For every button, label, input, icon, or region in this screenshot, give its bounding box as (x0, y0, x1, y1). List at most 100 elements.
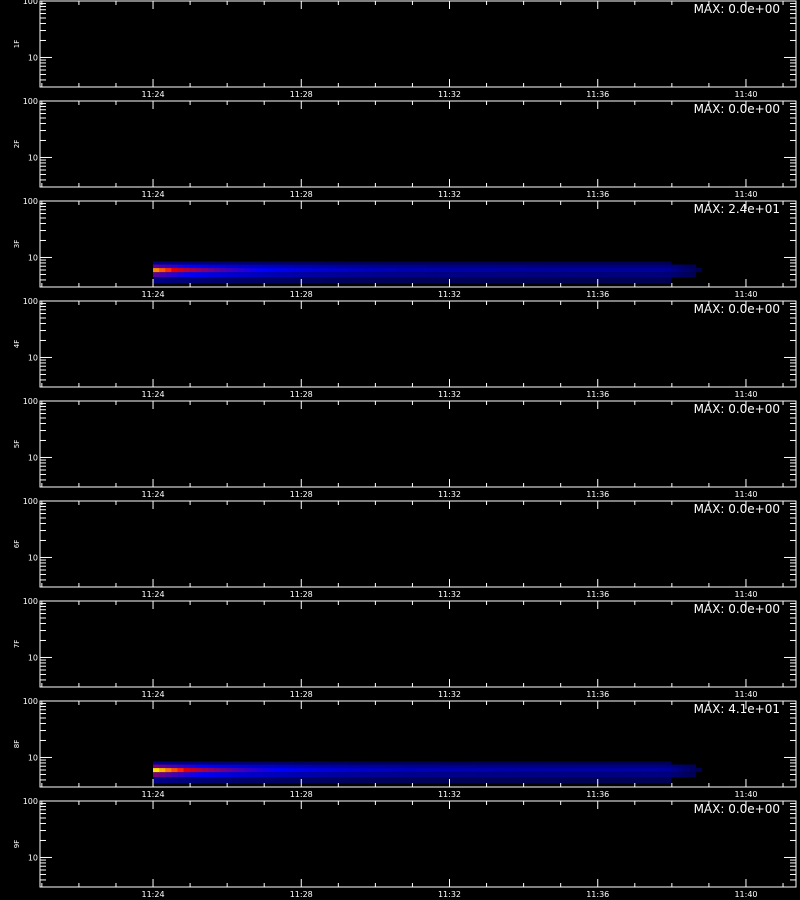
heatmap-cell (171, 777, 178, 784)
x-tick-label: 11:24 (141, 90, 164, 99)
max-label: MAX: 0.0e+00 (694, 402, 780, 416)
heatmap-cell (396, 277, 404, 284)
heatmap-cell (616, 261, 623, 265)
heatmap-cell (165, 268, 172, 273)
heatmap-cell (281, 772, 288, 778)
x-tick-label: 11:24 (141, 590, 164, 599)
heatmap-cell (372, 272, 380, 278)
heatmap-cell (281, 261, 288, 265)
heatmap-cell (622, 268, 629, 273)
heatmap-cell (439, 772, 447, 778)
heatmap-cell (287, 264, 294, 269)
heatmap-cell (317, 772, 325, 778)
heatmap-cell (238, 277, 246, 284)
heatmap-cell (378, 277, 386, 284)
heatmap-cell (159, 272, 166, 278)
heatmap-cell (348, 764, 355, 769)
x-tick-label: 11:36 (586, 190, 609, 199)
heatmap-cell (506, 268, 514, 273)
heatmap-cell (311, 261, 319, 265)
heatmap-cell (305, 272, 313, 278)
heatmap-cell (482, 264, 489, 269)
heatmap-cell (201, 761, 209, 765)
heatmap-cell (238, 764, 246, 769)
heatmap-cell (597, 761, 605, 765)
heatmap-cell (628, 261, 636, 265)
heatmap-cell (506, 764, 514, 769)
heatmap-cell (634, 261, 642, 265)
heatmap-cell (445, 777, 453, 784)
heatmap-cell (579, 761, 587, 765)
heatmap-cell (189, 277, 197, 284)
heatmap-cell (244, 772, 252, 778)
heatmap-cell (421, 777, 428, 784)
heatmap-cell (335, 768, 343, 773)
heatmap-cell (555, 772, 562, 778)
heatmap-cell (402, 268, 410, 273)
heatmap-cell (232, 764, 239, 769)
y-ticks (40, 300, 796, 388)
heatmap-cell (256, 764, 264, 769)
heatmap-cell (543, 268, 550, 273)
x-tick-label: 11:24 (141, 190, 164, 199)
heatmap-cell (153, 277, 160, 284)
heatmap-cell (439, 764, 447, 769)
heatmap-cell (256, 272, 264, 278)
heatmap-cell (287, 777, 294, 784)
heatmap-cell (408, 764, 416, 769)
heatmap-cell (427, 772, 434, 778)
heatmap-cell (530, 764, 538, 769)
panel-4F: 100 10 4F 11:24 11:28 11:32 11:36 11:40 MAX: 0.0… (13, 297, 797, 399)
heatmap-cell (305, 777, 313, 784)
heatmap-cell (664, 768, 672, 773)
heatmap-cell (646, 277, 654, 284)
heatmap-cell (567, 772, 575, 778)
heatmap-cell (427, 777, 434, 784)
heatmap-cell (226, 264, 233, 269)
heatmap-cell (323, 777, 331, 784)
heatmap-cell (616, 768, 623, 773)
heatmap-cell (335, 272, 343, 278)
heatmap-cell (482, 761, 489, 765)
heatmap-cell (634, 264, 642, 269)
heatmap-cell (366, 768, 374, 773)
heatmap-cell (354, 761, 361, 765)
heatmap-cell (415, 268, 422, 273)
heatmap-cell (427, 768, 434, 773)
heatmap-cell (689, 772, 696, 778)
y-ticks (40, 500, 796, 588)
heatmap-cell (634, 268, 642, 273)
heatmap-cell (579, 264, 587, 269)
heatmap-cell (536, 777, 544, 784)
heatmap-cell (360, 272, 367, 278)
heatmap-cell (524, 268, 532, 273)
heatmap-cell (384, 277, 392, 284)
heatmap-cell (165, 261, 172, 265)
heatmap-cell (189, 272, 197, 278)
heatmap-cell (524, 777, 532, 784)
heatmap-cell (311, 761, 319, 765)
heatmap-cell (536, 277, 544, 284)
heatmap-cell (512, 268, 520, 273)
heatmap-cell (567, 764, 575, 769)
heatmap-cell (396, 777, 404, 784)
heatmap-cell (445, 764, 453, 769)
heatmap-cell (183, 268, 191, 273)
heatmap-cell (268, 268, 276, 273)
heatmap-cell (512, 261, 520, 265)
heatmap-cell (567, 268, 575, 273)
heatmap-cell (189, 264, 197, 269)
x-tick-label: 11:32 (438, 590, 461, 599)
heatmap-cell (616, 777, 623, 784)
heatmap-cell (634, 277, 642, 284)
heatmap-cell (640, 772, 648, 778)
heatmap-cell (354, 264, 361, 269)
x-tick-label: 11:40 (734, 90, 757, 99)
heatmap-cell (622, 277, 629, 284)
heatmap-cell (213, 761, 221, 765)
heatmap-cell (616, 764, 623, 769)
heatmap-cell (311, 277, 319, 284)
heatmap-cell (226, 777, 233, 784)
heatmap-cell (390, 772, 398, 778)
heatmap-cell (201, 277, 209, 284)
